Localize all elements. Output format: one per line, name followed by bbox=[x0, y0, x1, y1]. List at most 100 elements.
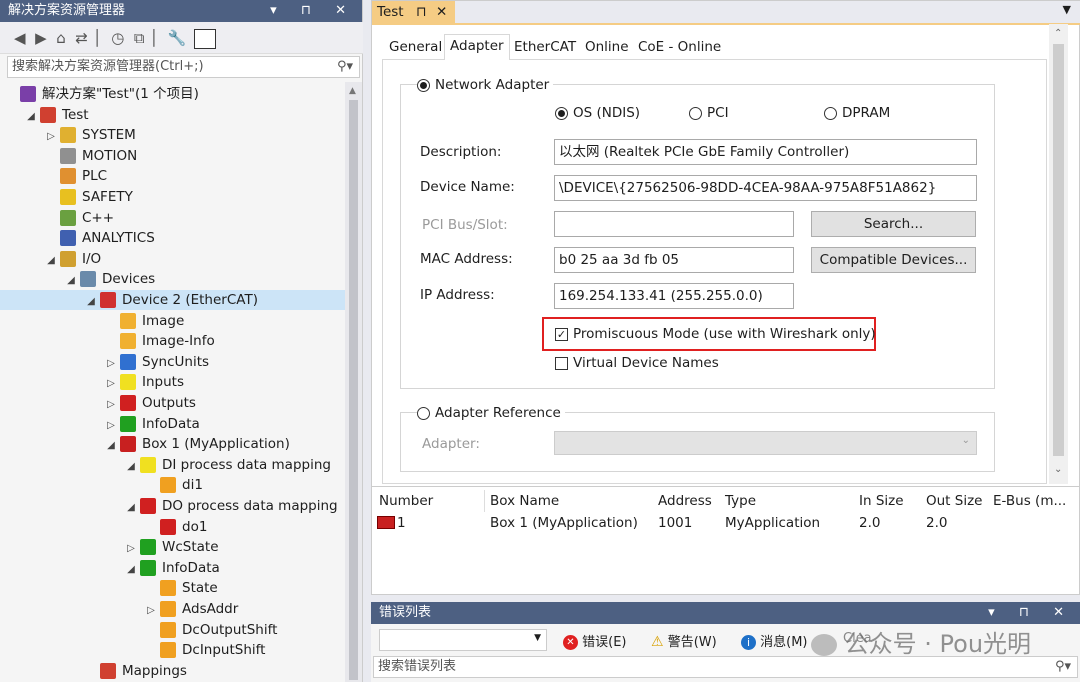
device-name-field[interactable]: \DEVICE\{27562506-98DD-4CEA-98AA-975A8F5… bbox=[554, 175, 977, 201]
forward-icon[interactable]: ▶ bbox=[35, 29, 47, 47]
col-out-size[interactable]: Out Size bbox=[926, 493, 982, 509]
tree-item[interactable]: ◢ Device 2 (EtherCAT) bbox=[0, 290, 345, 310]
os-ndis-radio[interactable]: OS (NDIS) bbox=[555, 105, 640, 121]
tree-item[interactable]: SAFETY bbox=[0, 187, 345, 207]
tree-item[interactable]: ▷ SyncUnits bbox=[0, 352, 345, 372]
promiscuous-mode-checkbox[interactable]: ✓ Promiscuous Mode (use with Wireshark on… bbox=[555, 326, 876, 342]
expander-icon[interactable]: ◢ bbox=[24, 107, 38, 127]
pin-icon[interactable]: ⊓ bbox=[416, 1, 427, 23]
expander-icon[interactable]: ◢ bbox=[44, 251, 58, 271]
compatible-devices-button[interactable]: Compatible Devices... bbox=[811, 247, 976, 273]
back-icon[interactable]: ◀ bbox=[14, 29, 26, 47]
tab-coe-online[interactable]: CoE - Online bbox=[633, 36, 726, 60]
tree-item[interactable]: ▷ Outputs bbox=[0, 393, 345, 413]
tree-item[interactable]: ▷ AdsAddr bbox=[0, 599, 345, 619]
tree-item[interactable]: ◢ DI process data mapping bbox=[0, 455, 345, 475]
tree-item[interactable]: PLC bbox=[0, 166, 345, 186]
expander-icon[interactable]: ▷ bbox=[44, 127, 58, 147]
history-icon[interactable]: ◷ bbox=[111, 29, 124, 47]
sync-icon[interactable]: ⇄ bbox=[75, 29, 88, 47]
scroll-up-icon[interactable]: ▲ bbox=[349, 86, 356, 96]
description-field[interactable]: 以太网 (Realtek PCIe GbE Family Controller) bbox=[554, 139, 977, 165]
tree-item[interactable]: ▷ Inputs bbox=[0, 372, 345, 392]
tree-item[interactable]: ANALYTICS bbox=[0, 228, 345, 248]
expander-icon[interactable]: ▷ bbox=[104, 395, 118, 415]
network-adapter-radio[interactable]: Network Adapter bbox=[417, 77, 554, 93]
page-scrollbar[interactable]: ⌃ ⌄ bbox=[1049, 24, 1068, 484]
search-button[interactable]: Search... bbox=[811, 211, 976, 237]
tree-item[interactable]: di1 bbox=[0, 475, 345, 495]
tree-item[interactable]: ▷ SYSTEM bbox=[0, 125, 345, 145]
collapse-all-icon[interactable]: ⧉ bbox=[134, 29, 145, 47]
document-tab-test[interactable]: Test ⊓ ✕ bbox=[372, 1, 455, 23]
tab-adapter[interactable]: Adapter bbox=[444, 34, 510, 60]
tab-list-dropdown-icon[interactable]: ▼ bbox=[1063, 3, 1071, 16]
col-in-size[interactable]: In Size bbox=[859, 493, 904, 509]
scroll-thumb[interactable] bbox=[349, 100, 358, 680]
warnings-filter-button[interactable]: ⚠ 警告(W) bbox=[651, 631, 717, 650]
home-icon[interactable]: ⌂ bbox=[56, 29, 66, 47]
explorer-scrollbar[interactable]: ▲ bbox=[345, 82, 362, 682]
col-box-name[interactable]: Box Name bbox=[490, 493, 559, 509]
col-ebus[interactable]: E-Bus (m... bbox=[993, 493, 1066, 509]
error-scope-dropdown[interactable]: ▼ bbox=[379, 629, 547, 651]
expander-icon[interactable]: ▷ bbox=[144, 601, 158, 621]
tree-item[interactable]: ◢ InfoData bbox=[0, 558, 345, 578]
ip-address-field[interactable]: 169.254.133.41 (255.255.0.0) bbox=[554, 283, 794, 309]
tree-item[interactable]: Image bbox=[0, 311, 345, 331]
expander-icon[interactable]: ▷ bbox=[124, 539, 138, 559]
messages-filter-button[interactable]: i 消息(M) bbox=[741, 631, 808, 650]
errors-filter-button[interactable]: ✕ 错误(E) bbox=[563, 631, 627, 650]
tree-item[interactable]: ◢ Box 1 (MyApplication) bbox=[0, 434, 345, 454]
explorer-search[interactable]: 搜索解决方案资源管理器(Ctrl+;) ⚲▾ bbox=[7, 56, 360, 78]
expander-icon[interactable]: ◢ bbox=[84, 292, 98, 312]
scroll-down-icon[interactable]: ⌄ bbox=[1054, 464, 1062, 475]
expander-icon[interactable]: ◢ bbox=[124, 457, 138, 477]
expander-icon[interactable]: ◢ bbox=[124, 498, 138, 518]
expander-icon[interactable]: ◢ bbox=[104, 436, 118, 456]
pci-radio[interactable]: PCI bbox=[689, 105, 729, 121]
tree-item[interactable]: ◢ Devices bbox=[0, 269, 345, 289]
scroll-thumb[interactable] bbox=[1053, 44, 1064, 456]
tree-item[interactable]: ▷ InfoData bbox=[0, 414, 345, 434]
virtual-device-names-checkbox[interactable]: Virtual Device Names bbox=[555, 355, 719, 371]
explorer-window-buttons[interactable]: ▾ ⊓ ✕ bbox=[270, 0, 356, 22]
expander-icon[interactable]: ▷ bbox=[104, 416, 118, 436]
expander-icon[interactable]: ◢ bbox=[124, 560, 138, 580]
tree-item[interactable]: ◢ Test bbox=[0, 105, 345, 125]
tree-item[interactable]: DcOutputShift bbox=[0, 620, 345, 640]
error-list-window-buttons[interactable]: ▾ ⊓ ✕ bbox=[988, 602, 1074, 624]
tree-item[interactable]: DcInputShift bbox=[0, 640, 345, 660]
tab-general[interactable]: General bbox=[384, 36, 447, 60]
expander-icon[interactable]: ◢ bbox=[64, 271, 78, 291]
tab-ethercat[interactable]: EtherCAT bbox=[509, 36, 581, 60]
tree-item[interactable]: 解决方案"Test"(1 个项目) bbox=[0, 84, 345, 104]
error-search[interactable]: 搜索错误列表 ⚲▾ bbox=[373, 656, 1078, 678]
search-icon[interactable]: ⚲▾ bbox=[337, 57, 353, 77]
tree-item[interactable]: State bbox=[0, 578, 345, 598]
tree-item[interactable]: ▷ WcState bbox=[0, 537, 345, 557]
expander-icon[interactable]: ▷ bbox=[104, 354, 118, 374]
tree-item[interactable]: Mappings bbox=[0, 661, 345, 681]
close-tab-icon[interactable]: ✕ bbox=[436, 1, 447, 23]
expander-icon[interactable]: ▷ bbox=[104, 374, 118, 394]
tree-item[interactable]: ◢ DO process data mapping bbox=[0, 496, 345, 516]
tab-online[interactable]: Online bbox=[580, 36, 634, 60]
col-address[interactable]: Address bbox=[658, 493, 712, 509]
search-icon[interactable]: ⚲▾ bbox=[1055, 657, 1071, 677]
col-type[interactable]: Type bbox=[725, 493, 756, 509]
col-number[interactable]: Number bbox=[379, 493, 433, 509]
pci-bus-slot-field[interactable] bbox=[554, 211, 794, 237]
tree-item[interactable]: MOTION bbox=[0, 146, 345, 166]
table-row[interactable] bbox=[372, 512, 1072, 534]
dpram-radio[interactable]: DPRAM bbox=[824, 105, 890, 121]
properties-icon[interactable]: 🔧 bbox=[168, 29, 187, 47]
tree-item[interactable]: ◢ I/O bbox=[0, 249, 345, 269]
tree-item[interactable]: do1 bbox=[0, 517, 345, 537]
scroll-up-icon[interactable]: ⌃ bbox=[1054, 28, 1062, 39]
tree-item[interactable]: C++ bbox=[0, 208, 345, 228]
mac-address-field[interactable]: b0 25 aa 3d fb 05 bbox=[554, 247, 794, 273]
adapter-select[interactable]: ⌄ bbox=[554, 431, 977, 455]
adapter-reference-radio[interactable]: Adapter Reference bbox=[417, 405, 565, 421]
preview-icon[interactable] bbox=[194, 28, 217, 49]
